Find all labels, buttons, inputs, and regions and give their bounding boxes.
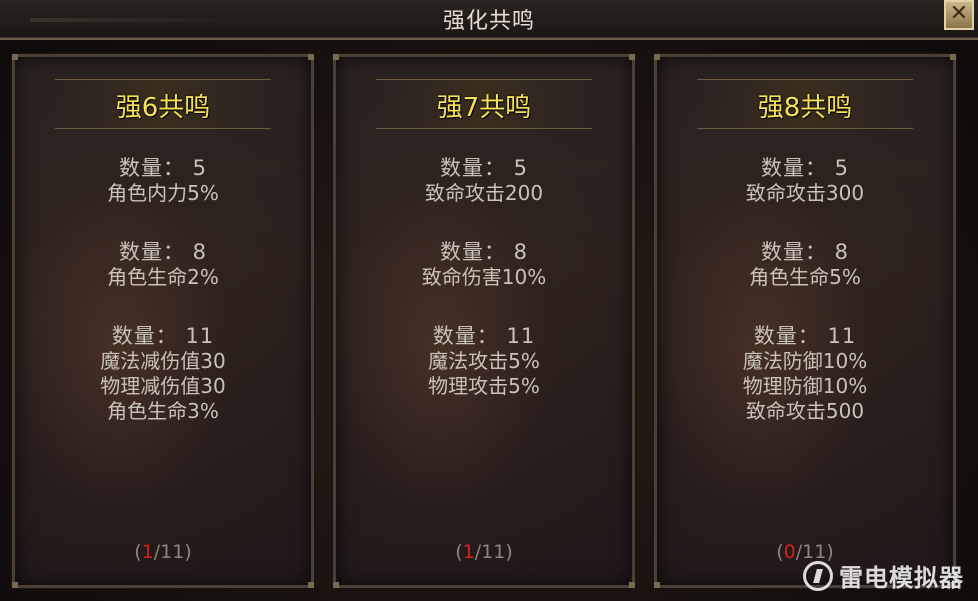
tier-attribute: 致命伤害10% [421, 265, 547, 289]
progress-open: ( [455, 541, 463, 563]
progress-total: /11) [474, 541, 513, 563]
equip-progress: (1/11) [15, 541, 311, 563]
tier-group-11: 数量： 11 魔法减伤值30 物理减伤值30 角色生命3% [15, 323, 311, 424]
card-corner [12, 54, 18, 60]
tier-quantity: 数量： 5 [760, 156, 850, 180]
card-corner [629, 54, 635, 60]
tier-quantity: 数量： 11 [111, 324, 215, 348]
tier-attribute: 物理减伤值30 [100, 374, 226, 398]
equip-progress: (1/11) [336, 541, 632, 563]
tier-quantity: 数量： 5 [439, 156, 529, 180]
window-title: 强化共鸣 [442, 9, 535, 34]
card-corner [308, 54, 314, 60]
card-corner [950, 54, 956, 60]
tier-attribute: 致命攻击200 [424, 181, 544, 205]
tier-attribute: 角色生命2% [107, 265, 219, 289]
close-button[interactable]: ✕ [944, 0, 974, 30]
progress-current: 0 [783, 541, 796, 563]
card-header: 强7共鸣 [376, 79, 592, 129]
tier-quantity: 数量： 5 [118, 156, 208, 180]
tier-quantity: 数量： 8 [439, 240, 529, 264]
card-corner [333, 582, 339, 588]
tier-attribute: 角色生命3% [107, 399, 219, 423]
tier-attribute: 角色生命5% [749, 265, 861, 289]
card-corner [12, 582, 18, 588]
card-title: 强7共鸣 [436, 93, 532, 123]
emulator-logo-icon [803, 561, 833, 591]
tier-group-5: 数量： 5 角色内力5% [15, 155, 311, 206]
card-corner [333, 54, 339, 60]
watermark-text: 雷电模拟器 [839, 564, 964, 592]
resonance-card-6: 强6共鸣 数量： 5 角色内力5% 数量： 8 角色生命2% 数量： 11 魔法… [11, 53, 315, 589]
progress-current: 1 [141, 541, 154, 563]
tier-quantity: 数量： 8 [118, 240, 208, 264]
tier-group-5: 数量： 5 致命攻击200 [336, 155, 632, 206]
tier-group-11: 数量： 11 魔法防御10% 物理防御10% 致命攻击500 [657, 323, 953, 424]
card-title: 强8共鸣 [757, 93, 853, 123]
tier-group-8: 数量： 8 角色生命5% [657, 239, 953, 290]
tier-attribute: 物理攻击5% [428, 374, 540, 398]
tier-attribute: 致命攻击500 [745, 399, 865, 423]
card-corner [654, 582, 660, 588]
progress-open: ( [776, 541, 784, 563]
progress-open: ( [134, 541, 142, 563]
tier-group-8: 数量： 8 角色生命2% [15, 239, 311, 290]
progress-total: /11) [153, 541, 192, 563]
resonance-card-8: 强8共鸣 数量： 5 致命攻击300 数量： 8 角色生命5% 数量： 11 魔… [653, 53, 957, 589]
tier-attribute: 物理防御10% [742, 374, 868, 398]
tier-quantity: 数量： 11 [753, 324, 857, 348]
title-bar: 强化共鸣 ✕ [0, 0, 978, 40]
tier-attribute: 魔法攻击5% [428, 349, 540, 373]
tier-attribute: 致命攻击300 [745, 181, 865, 205]
resonance-window: 强化共鸣 ✕ 强6共鸣 数量： 5 角色内力5% 数量： 8 角色生命2% 数量… [0, 0, 978, 601]
card-corner [629, 582, 635, 588]
card-header: 强8共鸣 [697, 79, 913, 129]
tier-attribute: 角色内力5% [107, 181, 219, 205]
tier-group-5: 数量： 5 致命攻击300 [657, 155, 953, 206]
tier-quantity: 数量： 11 [432, 324, 536, 348]
tier-group-11: 数量： 11 魔法攻击5% 物理攻击5% [336, 323, 632, 399]
tier-group-8: 数量： 8 致命伤害10% [336, 239, 632, 290]
card-corner [308, 582, 314, 588]
card-corner [654, 54, 660, 60]
progress-current: 1 [462, 541, 475, 563]
card-header: 强6共鸣 [55, 79, 271, 129]
card-title: 强6共鸣 [115, 93, 211, 123]
resonance-card-7: 强7共鸣 数量： 5 致命攻击200 数量： 8 致命伤害10% 数量： 11 … [332, 53, 636, 589]
tier-attribute: 魔法减伤值30 [100, 349, 226, 373]
tier-attribute: 魔法防御10% [742, 349, 868, 373]
emulator-watermark: 雷电模拟器 [803, 558, 964, 593]
tier-quantity: 数量： 8 [760, 240, 850, 264]
